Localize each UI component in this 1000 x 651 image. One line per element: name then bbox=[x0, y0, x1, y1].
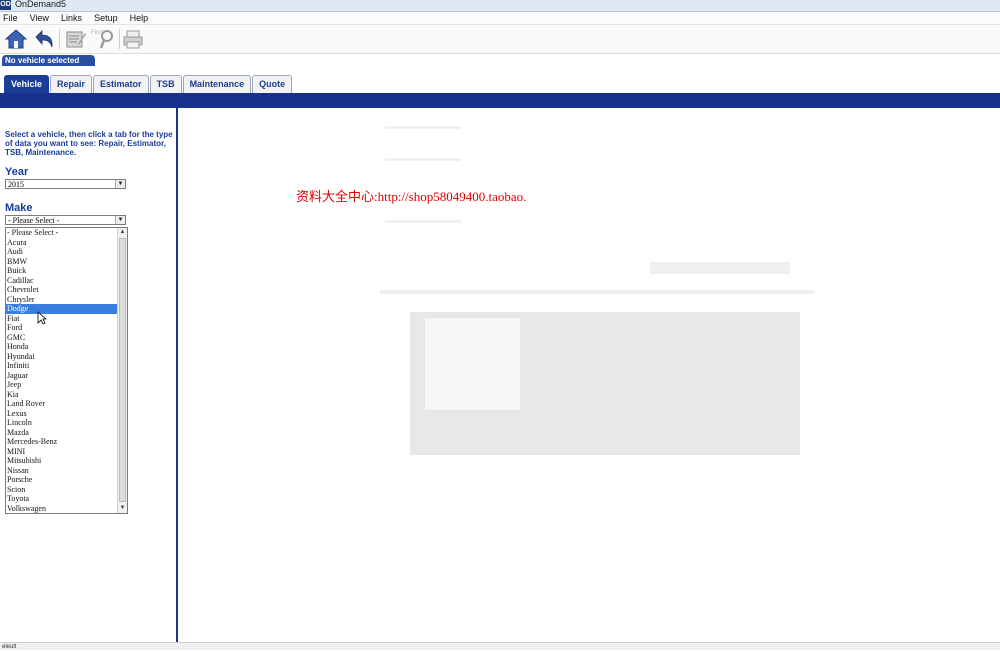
make-option-chevrolet[interactable]: Chevrolet bbox=[6, 285, 118, 295]
tab-estimator[interactable]: Estimator bbox=[93, 75, 149, 93]
print-icon bbox=[123, 30, 143, 49]
back-icon bbox=[35, 30, 53, 48]
make-option-chrysler[interactable]: Chrysler bbox=[6, 295, 118, 305]
make-option-lexus[interactable]: Lexus bbox=[6, 409, 118, 419]
make-select[interactable]: - Please Select - ▼ bbox=[5, 215, 126, 225]
vehicle-status-badge: No vehicle selected bbox=[2, 55, 95, 66]
find-button[interactable]: Find bbox=[91, 27, 117, 51]
menu-help[interactable]: Help bbox=[130, 12, 149, 24]
make-option-cadillac[interactable]: Cadillac bbox=[6, 276, 118, 286]
faint-block bbox=[425, 318, 520, 410]
home-icon bbox=[4, 29, 28, 49]
window-title: OnDemand5 bbox=[15, 0, 67, 9]
faint-line bbox=[385, 220, 461, 223]
scroll-down-icon[interactable]: ▼ bbox=[118, 504, 127, 513]
notes-icon bbox=[66, 31, 86, 48]
menu-bar: File View Links Setup Help bbox=[0, 12, 1000, 25]
make-option-kia[interactable]: Kia bbox=[6, 390, 118, 400]
title-bar: OD OnDemand5 bbox=[0, 0, 1000, 12]
menu-file[interactable]: File bbox=[3, 12, 18, 24]
scroll-up-icon[interactable]: ▲ bbox=[118, 228, 127, 237]
year-label: Year bbox=[5, 166, 29, 178]
status-bar: eleult bbox=[0, 642, 1000, 650]
watermark-text: 资料大全中心:http://shop58049400.taobao. bbox=[296, 189, 527, 204]
make-option-mini[interactable]: MINI bbox=[6, 447, 118, 457]
make-option-fiat[interactable]: Fiat bbox=[6, 314, 118, 324]
make-option-toyota[interactable]: Toyota bbox=[6, 494, 118, 504]
year-select[interactable]: 2015 ▼ bbox=[5, 179, 126, 189]
tab-tsb[interactable]: TSB bbox=[149, 75, 182, 93]
make-dropdown-list[interactable]: - Please Select - Acura Audi BMW Buick Cadill… bbox=[5, 227, 128, 514]
make-option-acura[interactable]: Acura bbox=[6, 238, 118, 248]
make-option-dodge[interactable]: Dodge bbox=[6, 304, 118, 314]
make-option-hyundai[interactable]: Hyundai bbox=[6, 352, 118, 362]
home-button[interactable] bbox=[3, 27, 29, 51]
make-option-nissan[interactable]: Nissan bbox=[6, 466, 118, 476]
instructions-text: Select a vehicle, then click a tab for t… bbox=[5, 130, 173, 157]
make-option-mazda[interactable]: Mazda bbox=[6, 428, 118, 438]
make-option-gmc[interactable]: GMC bbox=[6, 333, 118, 343]
make-option-bmw[interactable]: BMW bbox=[6, 257, 118, 267]
make-label: Make bbox=[5, 202, 33, 214]
main-tabs: Vehicle Repair Estimator TSB Maintenance… bbox=[4, 75, 293, 93]
tab-quote[interactable]: Quote bbox=[252, 75, 293, 93]
faint-line bbox=[385, 126, 461, 129]
panel-divider bbox=[176, 108, 178, 642]
app-logo-icon: OD bbox=[0, 0, 11, 10]
year-select-value: 2015 bbox=[8, 180, 24, 189]
faint-block bbox=[650, 262, 790, 274]
chevron-down-icon[interactable]: ▼ bbox=[115, 216, 125, 224]
faint-line bbox=[385, 158, 461, 161]
make-option-honda[interactable]: Honda bbox=[6, 342, 118, 352]
faint-line bbox=[380, 290, 815, 294]
make-option-porsche[interactable]: Porsche bbox=[6, 475, 118, 485]
find-label: Find bbox=[91, 30, 103, 36]
tab-vehicle[interactable]: Vehicle bbox=[4, 75, 50, 93]
mouse-cursor-icon bbox=[37, 311, 47, 325]
dropdown-scrollbar[interactable]: ▲ ▼ bbox=[117, 228, 127, 513]
make-options: - Please Select - Acura Audi BMW Buick Cadill… bbox=[6, 228, 118, 513]
scrollbar-thumb[interactable] bbox=[119, 238, 126, 502]
print-button[interactable] bbox=[120, 27, 146, 51]
make-option-please-select[interactable]: - Please Select - bbox=[6, 228, 118, 238]
menu-view[interactable]: View bbox=[30, 12, 49, 24]
make-option-audi[interactable]: Audi bbox=[6, 247, 118, 257]
make-option-volkswagen[interactable]: Volkswagen bbox=[6, 504, 118, 514]
make-option-buick[interactable]: Buick bbox=[6, 266, 118, 276]
make-option-mitsubishi[interactable]: Mitsubishi bbox=[6, 456, 118, 466]
toolbar: Find bbox=[0, 25, 1000, 54]
toolbar-separator bbox=[59, 29, 60, 49]
make-option-jaguar[interactable]: Jaguar bbox=[6, 371, 118, 381]
make-select-value: - Please Select - bbox=[8, 216, 60, 225]
menu-setup[interactable]: Setup bbox=[94, 12, 118, 24]
make-option-lincoln[interactable]: Lincoln bbox=[6, 418, 118, 428]
back-button[interactable] bbox=[31, 27, 57, 51]
tab-maintenance[interactable]: Maintenance bbox=[182, 75, 252, 93]
make-option-scion[interactable]: Scion bbox=[6, 485, 118, 495]
make-option-land-rover[interactable]: Land Rover bbox=[6, 399, 118, 409]
make-option-ford[interactable]: Ford bbox=[6, 323, 118, 333]
chevron-down-icon[interactable]: ▼ bbox=[115, 180, 125, 188]
tab-repair[interactable]: Repair bbox=[50, 75, 93, 93]
make-option-mercedes-benz[interactable]: Mercedes-Benz bbox=[6, 437, 118, 447]
make-option-jeep[interactable]: Jeep bbox=[6, 380, 118, 390]
make-option-infiniti[interactable]: Infiniti bbox=[6, 361, 118, 371]
menu-links[interactable]: Links bbox=[61, 12, 82, 24]
notes-button[interactable] bbox=[63, 27, 89, 51]
header-bar bbox=[0, 93, 1000, 108]
